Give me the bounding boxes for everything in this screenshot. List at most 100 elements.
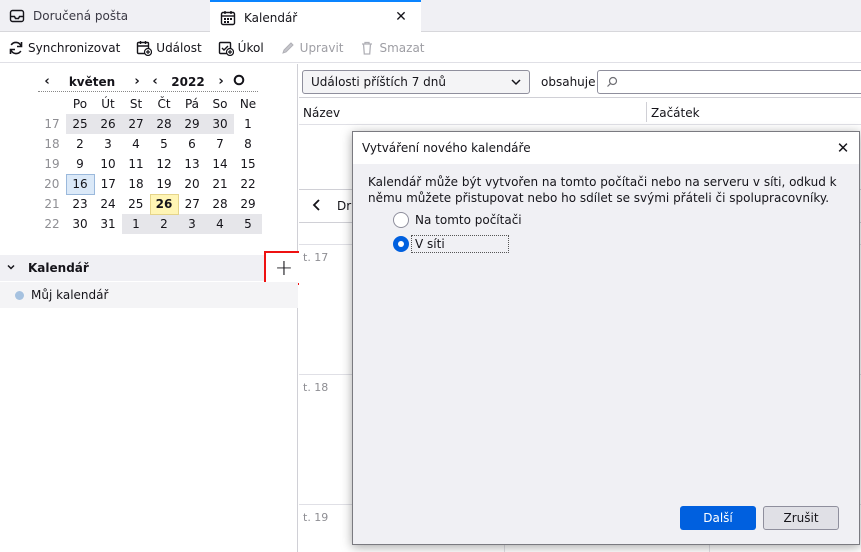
day-cell[interactable]: 25 (122, 194, 150, 214)
day-cell[interactable]: 7 (206, 134, 234, 154)
day-cell[interactable]: 8 (234, 134, 262, 154)
cancel-button[interactable]: Zrušit (763, 506, 839, 530)
new-event-icon (137, 40, 153, 56)
day-cell[interactable]: 28 (206, 194, 234, 214)
day-cell[interactable]: 30 (66, 214, 94, 234)
new-calendar-dialog: Vytváření nového kalendáře ✕ Kalendář mů… (352, 131, 860, 545)
tab-label: Kalendář (244, 10, 298, 25)
view-label: Dr (337, 199, 352, 213)
sync-icon (9, 41, 23, 54)
weekday-header: So (212, 97, 228, 111)
radio-button-checked[interactable] (393, 236, 409, 252)
radio-label: V síti (411, 235, 509, 253)
day-cell[interactable]: 4 (122, 134, 150, 154)
day-cell[interactable]: 21 (206, 174, 234, 194)
day-cell[interactable]: 6 (178, 134, 206, 154)
trash-icon (362, 41, 373, 55)
delete-label: Smazat (379, 40, 425, 55)
event-filter-value: Události příštích 7 dnů (311, 75, 447, 89)
day-cell[interactable]: 5 (150, 134, 178, 154)
left-pane: ‹ květen › ‹ 2022 › Po Út St Čt Pá So Ne 17 25 26… (0, 64, 304, 552)
day-cell[interactable]: 26 (94, 114, 122, 134)
day-cell[interactable]: 29 (234, 194, 262, 214)
day-cell[interactable]: 22 (234, 174, 262, 194)
radio-network[interactable]: V síti (393, 235, 509, 253)
day-cell[interactable]: 5 (234, 214, 262, 234)
prev-year-button[interactable]: ‹ (146, 74, 164, 89)
day-cell[interactable]: 30 (206, 114, 234, 134)
tab-inbox[interactable]: Doručená pošta (0, 0, 210, 32)
plus-icon: + (274, 255, 294, 281)
day-cell[interactable]: 14 (206, 154, 234, 174)
day-cell[interactable]: 1 (234, 114, 262, 134)
search-input[interactable] (597, 70, 861, 94)
dialog-title: Vytváření nového kalendáře (362, 141, 531, 155)
week-header-blank (38, 94, 66, 114)
calendar-item[interactable]: Můj kalendář (0, 282, 298, 308)
day-cell[interactable]: 26 (149, 193, 179, 215)
day-cell[interactable]: 19 (150, 174, 178, 194)
previous-button[interactable] (311, 197, 323, 216)
day-cell[interactable]: 4 (206, 214, 234, 234)
day-cell[interactable]: 16 (65, 173, 95, 195)
day-cell[interactable]: 1 (122, 214, 150, 234)
new-task-label: Úkol (237, 40, 264, 55)
day-cell[interactable]: 11 (122, 154, 150, 174)
new-task-button[interactable]: Úkol (218, 37, 264, 59)
next-month-button[interactable]: › (128, 74, 146, 89)
day-cell[interactable]: 2 (66, 134, 94, 154)
week-number: 18 (44, 137, 60, 151)
weekday-header: Út (101, 97, 115, 111)
day-cell[interactable]: 31 (94, 214, 122, 234)
day-cell[interactable]: 28 (150, 114, 178, 134)
day-cell[interactable]: 15 (234, 154, 262, 174)
add-calendar-button[interactable]: + (264, 251, 304, 285)
new-event-label: Událost (156, 40, 202, 55)
column-start[interactable]: Začátek (651, 106, 700, 120)
day-cell[interactable]: 27 (122, 114, 150, 134)
weekday-header: Po (72, 97, 88, 111)
weekday-header: Pá (184, 97, 200, 111)
column-separator (646, 102, 647, 122)
day-cell[interactable]: 27 (178, 194, 206, 214)
day-cell[interactable]: 2 (150, 214, 178, 234)
event-list-header: Název Začátek (299, 99, 861, 125)
day-cell[interactable]: 18 (122, 174, 150, 194)
radio-button[interactable] (393, 212, 409, 228)
day-cell[interactable]: 24 (94, 194, 122, 214)
minimonth-grid: Po Út St Čt Pá So Ne 17 25 26 27 28 29 30 1 18 2 3 4 5 6 7 8 19… (38, 94, 263, 234)
next-button[interactable]: Další (680, 506, 756, 530)
day-cell[interactable]: 23 (66, 194, 94, 214)
delete-button[interactable]: Smazat (359, 37, 425, 59)
day-cell[interactable]: 20 (178, 174, 206, 194)
week-number: 20 (44, 177, 60, 191)
day-cell[interactable]: 12 (150, 154, 178, 174)
day-cell[interactable]: 10 (94, 154, 122, 174)
edit-button[interactable]: Upravit (280, 37, 343, 59)
radio-local[interactable]: Na tomto počítači (393, 212, 522, 228)
day-cell[interactable]: 9 (66, 154, 94, 174)
column-name[interactable]: Název (303, 106, 340, 120)
sync-button[interactable]: Synchronizovat (8, 37, 120, 59)
chevron-down-icon (0, 262, 22, 275)
day-cell[interactable]: 25 (66, 114, 94, 134)
day-cell[interactable]: 3 (94, 134, 122, 154)
calendar-list-header[interactable]: Kalendář (0, 255, 298, 281)
day-cell[interactable]: 13 (178, 154, 206, 174)
toolbar: Synchronizovat Událost Úkol Upravit Smaz… (0, 33, 861, 63)
event-filter-select[interactable]: Události příštích 7 dnů (302, 70, 530, 94)
day-cell[interactable]: 3 (178, 214, 206, 234)
day-cell[interactable]: 17 (94, 174, 122, 194)
prev-month-button[interactable]: ‹ (38, 74, 56, 89)
weekday-header: St (129, 97, 143, 111)
new-event-button[interactable]: Událost (136, 37, 202, 59)
close-icon[interactable]: ✕ (835, 140, 851, 156)
sync-label: Synchronizovat (28, 40, 121, 55)
close-tab-icon[interactable]: ✕ (393, 9, 409, 25)
next-year-button[interactable]: › (212, 74, 230, 89)
tab-calendar[interactable]: Kalendář ✕ (210, 0, 421, 33)
weekday-header: Čt (157, 97, 171, 111)
today-button[interactable] (230, 74, 248, 90)
search-icon (607, 76, 618, 87)
day-cell[interactable]: 29 (178, 114, 206, 134)
